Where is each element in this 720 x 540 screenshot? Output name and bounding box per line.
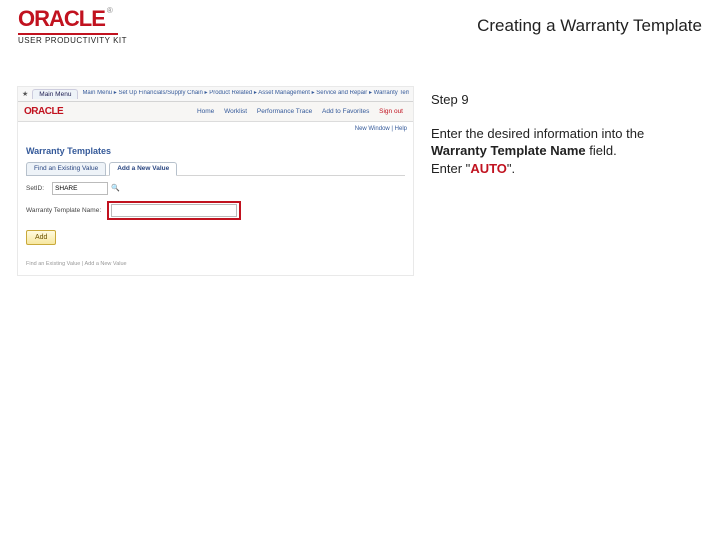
input-value: AUTO (470, 161, 507, 176)
main-menu-tab[interactable]: Main Menu (32, 89, 78, 99)
add-button[interactable]: Add (26, 230, 56, 245)
step-number: Step 9 (431, 91, 691, 109)
instruction-text: Enter the desired information into the W… (431, 125, 691, 178)
warranty-name-row: Warranty Template Name: (26, 201, 405, 220)
tab-find-existing[interactable]: Find an Existing Value (26, 162, 106, 176)
global-nav: Home Worklist Performance Trace Add to F… (193, 108, 407, 116)
oracle-logo: ORACLE (18, 6, 105, 31)
brand-block: ORACLE® USER PRODUCTIVITY KIT (18, 6, 127, 45)
nav-fav[interactable]: Add to Favorites (322, 108, 369, 115)
favorites-icon[interactable]: ★ (22, 90, 28, 99)
screen-title: Warranty Templates (26, 146, 405, 158)
page-footer-links[interactable]: Find an Existing Value | Add a New Value (26, 261, 405, 268)
breadcrumb: Main Menu ▸ Set Up Financials/Supply Cha… (82, 90, 409, 98)
app-logo: ORACLE (24, 105, 63, 118)
browser-chrome: ★ Main Menu Main Menu ▸ Set Up Financial… (18, 87, 413, 102)
setid-input[interactable] (52, 182, 108, 195)
header-bar: ORACLE® USER PRODUCTIVITY KIT Creating a… (0, 0, 720, 47)
instruction-panel: Step 9 Enter the desired information int… (431, 87, 691, 177)
app-topbar: ORACLE Home Worklist Performance Trace A… (18, 102, 413, 122)
nav-signout[interactable]: Sign out (379, 108, 403, 115)
setid-label: SetID: (26, 185, 44, 193)
lookup-icon[interactable]: 🔍 (111, 184, 120, 193)
tab-row: Find an Existing Value Add a New Value (26, 162, 405, 176)
highlight-box (107, 201, 241, 220)
tab-add-new[interactable]: Add a New Value (109, 162, 177, 176)
trademark: ® (107, 6, 113, 15)
warranty-name-label: Warranty Template Name: (26, 207, 101, 215)
product-name: USER PRODUCTIVITY KIT (18, 36, 127, 45)
setid-row: SetID: 🔍 (26, 180, 405, 197)
warranty-template-name-input[interactable] (111, 204, 237, 217)
nav-perf[interactable]: Performance Trace (257, 108, 312, 115)
brand-rule (18, 33, 118, 35)
nav-worklist[interactable]: Worklist (224, 108, 247, 115)
utility-links[interactable]: New Window | Help (355, 126, 407, 132)
app-screenshot: ★ Main Menu Main Menu ▸ Set Up Financial… (18, 87, 413, 275)
page-title: Creating a Warranty Template (477, 16, 702, 36)
nav-home[interactable]: Home (197, 108, 214, 115)
